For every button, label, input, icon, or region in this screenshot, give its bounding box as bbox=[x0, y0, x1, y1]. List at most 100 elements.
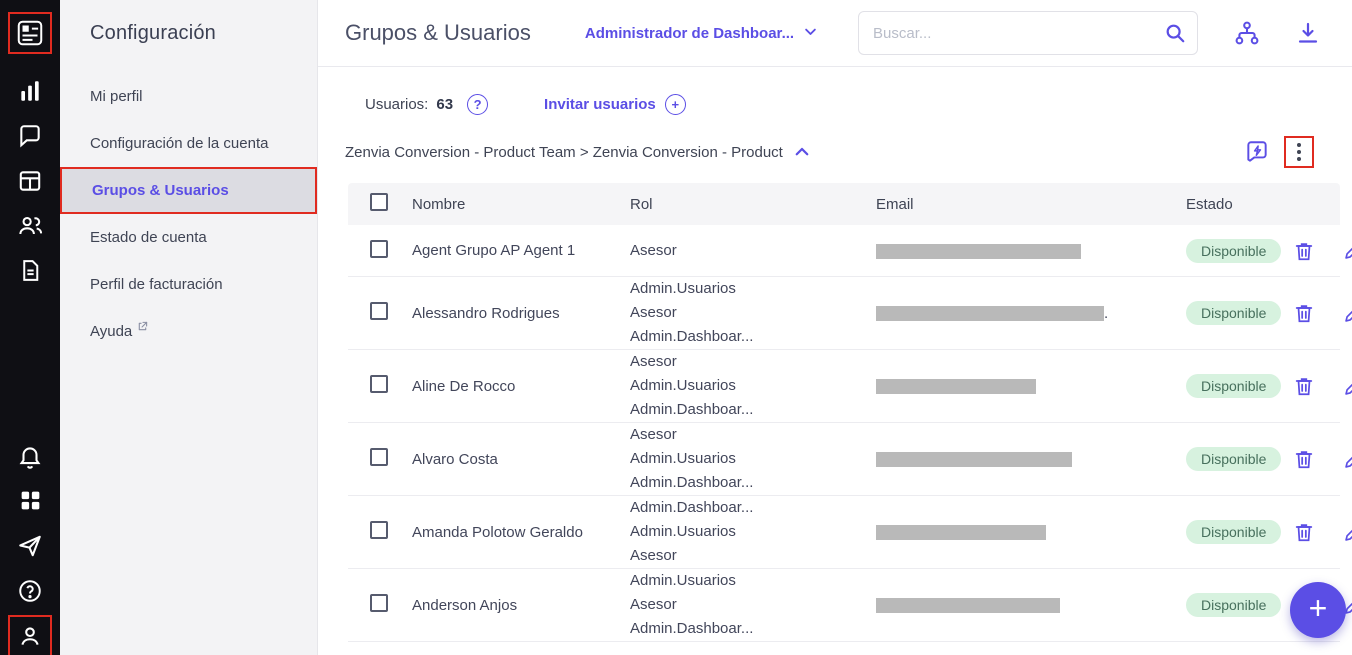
row-checkbox[interactable] bbox=[370, 375, 388, 393]
trash-icon[interactable] bbox=[1293, 448, 1315, 470]
org-chart-icon[interactable] bbox=[1234, 20, 1260, 46]
row-actions: Disponible bbox=[1172, 238, 1352, 263]
trash-icon[interactable] bbox=[1293, 521, 1315, 543]
column-header-nombre: Nombre bbox=[412, 195, 466, 213]
sidebar-item-mi-perfil[interactable]: Mi perfil bbox=[60, 73, 317, 120]
sidebar-item-label: Mi perfil bbox=[90, 88, 143, 105]
chevron-down-icon bbox=[803, 24, 818, 43]
chat-icon[interactable] bbox=[0, 113, 60, 158]
row-checkbox[interactable] bbox=[370, 521, 388, 539]
main-area: Grupos & Usuarios Administrador de Dashb… bbox=[318, 0, 1352, 655]
sidebar-item-ayuda[interactable]: Ayuda bbox=[60, 308, 317, 355]
breadcrumb: Zenvia Conversion - Product Team > Zenvi… bbox=[345, 143, 783, 161]
users-help-icon[interactable]: ? bbox=[467, 94, 489, 115]
email-redaction-bar bbox=[876, 452, 1072, 468]
group-breadcrumb-row: Zenvia Conversion - Product Team > Zenvi… bbox=[345, 136, 1340, 168]
users-group-icon[interactable] bbox=[0, 203, 60, 248]
breadcrumb-actions bbox=[1244, 136, 1314, 168]
table-header-row: Nombre Rol Email Estado bbox=[348, 183, 1340, 225]
table-body: Agent Grupo AP Agent 1 Asesor Disponible bbox=[348, 225, 1352, 642]
send-icon[interactable] bbox=[0, 523, 60, 568]
user-name: Alessandro Rodrigues bbox=[412, 304, 560, 322]
search-input[interactable] bbox=[858, 11, 1198, 55]
user-email: . bbox=[876, 305, 1172, 322]
search-icon[interactable] bbox=[1158, 16, 1192, 50]
row-actions: Disponible bbox=[1172, 301, 1352, 325]
kebab-menu-icon[interactable] bbox=[1284, 136, 1314, 168]
row-checkbox[interactable] bbox=[370, 448, 388, 466]
bar-chart-icon[interactable] bbox=[0, 68, 60, 113]
external-link-icon bbox=[137, 319, 148, 336]
table-row: Anderson Anjos Admin.Usuarios Asesor Admin… bbox=[348, 569, 1352, 642]
trash-icon[interactable] bbox=[1293, 375, 1315, 397]
help-icon[interactable] bbox=[0, 568, 60, 613]
sidebar-item-grupos-usuarios[interactable]: Grupos & Usuarios bbox=[60, 167, 317, 214]
users-table: Nombre Rol Email Estado Agent Grupo AP A… bbox=[348, 183, 1352, 642]
user-email bbox=[876, 242, 1172, 259]
row-checkbox[interactable] bbox=[370, 594, 388, 612]
user-roles: Asesor bbox=[630, 241, 677, 259]
user-roles: Asesor Admin.Usuarios Admin.Dashboar... bbox=[630, 353, 754, 418]
status-badge: Disponible bbox=[1186, 301, 1282, 325]
rail-bottom-group bbox=[0, 433, 60, 655]
chevron-up-icon[interactable] bbox=[793, 143, 811, 161]
page-header: Grupos & Usuarios Administrador de Dashb… bbox=[318, 0, 1352, 67]
invite-users-button[interactable]: Invitar usuarios + bbox=[544, 94, 686, 115]
column-header-rol: Rol bbox=[630, 195, 653, 213]
sidebar-item-configuraci-n-de-la-cuenta[interactable]: Configuración de la cuenta bbox=[60, 120, 317, 167]
user-name: Aline De Rocco bbox=[412, 377, 516, 395]
email-redaction-bar bbox=[876, 598, 1060, 614]
download-icon[interactable] bbox=[1296, 21, 1320, 45]
email-redaction-bar bbox=[876, 306, 1104, 322]
user-email bbox=[876, 451, 1172, 468]
users-count: 63 bbox=[436, 96, 454, 113]
status-badge: Disponible bbox=[1186, 520, 1282, 544]
user-roles: Admin.Dashboar... Admin.Usuarios Asesor bbox=[630, 499, 754, 564]
sidebar-item-label: Configuración de la cuenta bbox=[90, 135, 269, 152]
user-roles: Admin.Usuarios Asesor Admin.Dashboar... bbox=[630, 280, 754, 345]
pencil-icon[interactable] bbox=[1343, 522, 1352, 543]
trash-icon[interactable] bbox=[1293, 240, 1315, 262]
pencil-icon[interactable] bbox=[1343, 449, 1352, 470]
users-label: Usuarios: bbox=[365, 96, 429, 113]
invite-plus-icon: + bbox=[664, 94, 686, 115]
pencil-icon[interactable] bbox=[1343, 240, 1352, 261]
trash-icon[interactable] bbox=[1293, 302, 1315, 324]
profile-icon[interactable] bbox=[17, 623, 43, 649]
app-rail bbox=[0, 0, 60, 655]
user-roles: Admin.Usuarios Asesor Admin.Dashboar... bbox=[630, 572, 754, 637]
data-table-icon[interactable] bbox=[0, 158, 60, 203]
apps-grid-icon[interactable] bbox=[0, 478, 60, 523]
users-toolbar: Usuarios: 63 ? Invitar usuarios + bbox=[345, 94, 1340, 115]
sidebar-item-label: Perfil de facturación bbox=[90, 276, 223, 293]
content-area: Usuarios: 63 ? Invitar usuarios + Zenvia… bbox=[318, 67, 1352, 655]
email-suffix: . bbox=[1104, 304, 1109, 322]
select-all-checkbox[interactable] bbox=[370, 193, 388, 211]
pencil-icon[interactable] bbox=[1343, 376, 1352, 397]
feedback-icon[interactable] bbox=[1244, 139, 1270, 165]
table-row: Alessandro Rodrigues Admin.Usuarios Aseso… bbox=[348, 277, 1352, 350]
sidebar-item-estado-de-cuenta[interactable]: Estado de cuenta bbox=[60, 214, 317, 261]
row-checkbox[interactable] bbox=[370, 239, 388, 258]
pencil-icon[interactable] bbox=[1343, 303, 1352, 324]
user-email bbox=[876, 597, 1172, 614]
user-name: Alvaro Costa bbox=[412, 450, 498, 468]
status-badge: Disponible bbox=[1186, 374, 1282, 398]
document-icon[interactable] bbox=[0, 248, 60, 293]
add-user-fab[interactable]: + bbox=[1290, 582, 1346, 638]
role-selector-label: Administrador de Dashboar... bbox=[584, 24, 795, 42]
zenvia-logo[interactable] bbox=[15, 18, 45, 48]
app-window: Configuración Mi perfil Configuración de… bbox=[0, 0, 1352, 655]
profile-annotation bbox=[8, 615, 52, 655]
row-checkbox[interactable] bbox=[370, 302, 388, 320]
settings-sidebar: Configuración Mi perfil Configuración de… bbox=[60, 0, 318, 655]
sidebar-item-perfil-de-facturaci-n[interactable]: Perfil de facturación bbox=[60, 261, 317, 308]
bell-icon[interactable] bbox=[0, 433, 60, 478]
user-email bbox=[876, 378, 1172, 395]
zenvia-logo-annotation bbox=[8, 12, 52, 54]
search-box bbox=[858, 11, 1198, 55]
role-selector[interactable]: Administrador de Dashboar... bbox=[585, 24, 818, 43]
user-name: Anderson Anjos bbox=[412, 596, 518, 614]
kebab-dots bbox=[1297, 143, 1301, 161]
table-row: Agent Grupo AP Agent 1 Asesor Disponible bbox=[348, 225, 1352, 277]
